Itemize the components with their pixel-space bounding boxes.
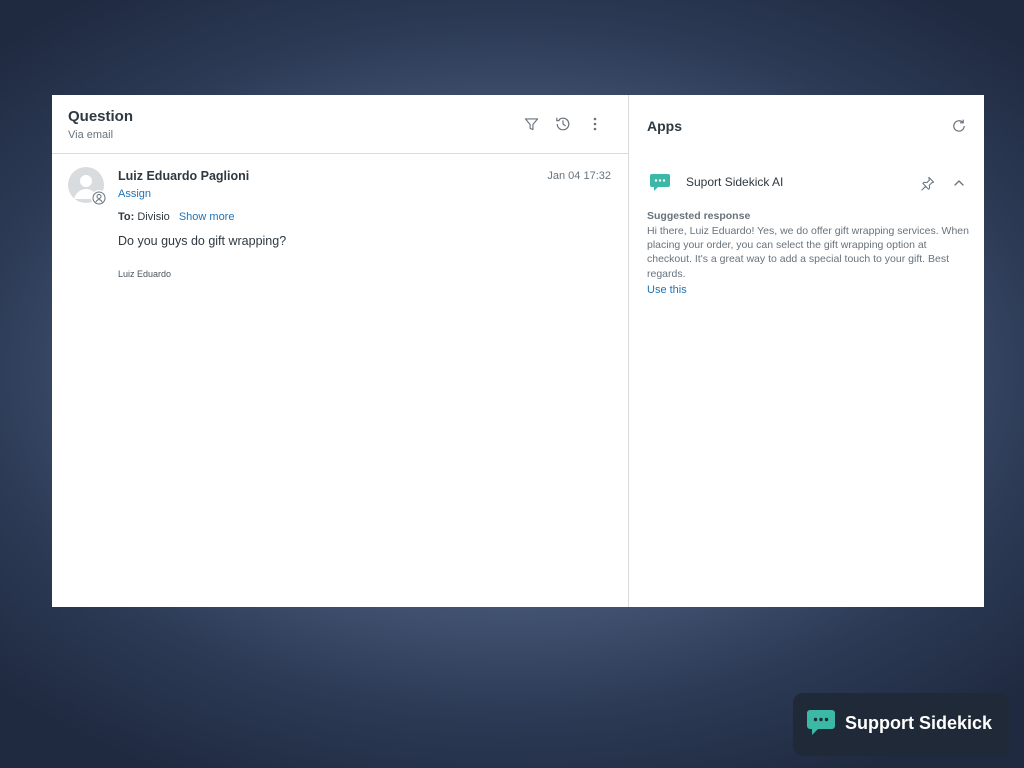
ticket-panel: Question Via email Luiz Eduardo Paglioni… [52, 95, 629, 607]
app-window: Question Via email Luiz Eduardo Paglioni… [52, 95, 984, 607]
pin-icon[interactable] [918, 174, 936, 192]
ticket-channel: Via email [68, 129, 114, 141]
message-signature: Luiz Eduardo [118, 269, 172, 279]
suggested-response-text: Hi there, Luiz Eduardo! Yes, we do offer… [647, 225, 969, 280]
sender-name: Luiz Eduardo Paglioni [118, 169, 250, 183]
chevron-up-icon[interactable] [950, 174, 968, 192]
brand-badge: Support Sidekick [793, 693, 1009, 756]
refresh-icon[interactable] [950, 117, 968, 135]
app-name: Suport Sidekick AI [686, 175, 784, 189]
end-user-badge-icon [91, 190, 107, 206]
brand-chat-icon [806, 709, 836, 737]
history-icon[interactable] [554, 115, 572, 133]
message-body: Do you guys do gift wrapping? [118, 234, 287, 248]
ticket-title: Question [68, 108, 134, 125]
message-timestamp: Jan 04 17:32 [547, 170, 611, 182]
apps-title: Apps [647, 118, 682, 134]
more-options-icon[interactable] [586, 115, 604, 133]
show-more-link[interactable]: Show more [179, 211, 235, 223]
apps-panel: Apps Suport Sidekick AI Suggested respon… [629, 95, 984, 607]
use-this-link[interactable]: Use this [647, 284, 687, 296]
recipient-line: To: Divisio Show more [118, 211, 234, 223]
filter-icon[interactable] [522, 115, 540, 133]
ticket-header: Question Via email [52, 95, 628, 154]
app-header-sidekick[interactable]: Suport Sidekick AI [647, 170, 972, 196]
chat-bubble-icon [649, 173, 671, 193]
to-label: To: [118, 211, 135, 223]
assign-link[interactable]: Assign [118, 188, 151, 200]
to-value: Divisio [137, 211, 170, 223]
brand-name: Support Sidekick [845, 713, 993, 733]
suggested-response-label: Suggested response [647, 210, 751, 222]
